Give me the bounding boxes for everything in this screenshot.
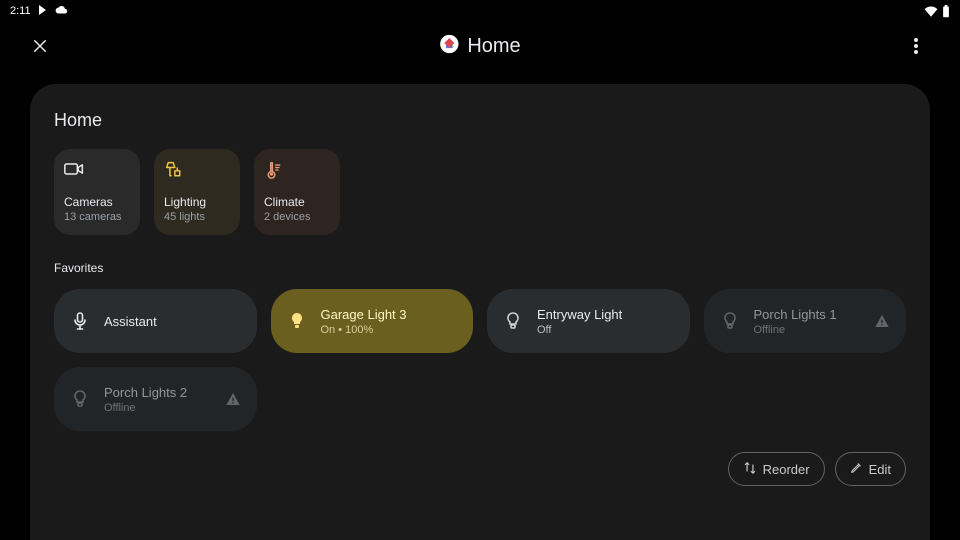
- favorite-assistant[interactable]: Assistant: [54, 289, 257, 353]
- favorite-title: Porch Lights 1: [754, 307, 837, 322]
- battery-icon: [942, 5, 950, 18]
- favorite-porch-lights-1[interactable]: Porch Lights 1 Offline: [704, 289, 907, 353]
- favorite-sub: Offline: [104, 402, 187, 414]
- controls-panel: Home Cameras 13 cameras Lighting 45 ligh…: [30, 84, 930, 540]
- app-title: Home: [439, 34, 520, 59]
- favorite-title: Assistant: [104, 314, 157, 329]
- app-title-text: Home: [467, 35, 520, 58]
- favorite-entryway-light[interactable]: Entryway Light Off: [487, 289, 690, 353]
- category-label: Cameras: [64, 195, 130, 209]
- wifi-icon: [924, 6, 938, 17]
- favorite-sub: Offline: [754, 324, 837, 336]
- android-status-bar: 2:11: [0, 0, 960, 22]
- reorder-icon: [743, 461, 757, 478]
- category-sub: 13 cameras: [64, 211, 130, 223]
- reorder-button[interactable]: Reorder: [728, 452, 825, 486]
- favorite-sub: On • 100%: [321, 324, 407, 336]
- favorite-sub: Off: [537, 324, 622, 336]
- reorder-label: Reorder: [763, 462, 810, 477]
- category-sub: 45 lights: [164, 211, 230, 223]
- panel-actions: Reorder Edit: [728, 452, 906, 486]
- close-button[interactable]: [28, 34, 52, 58]
- bulb-off-icon: [503, 312, 523, 330]
- app-header: Home: [0, 22, 960, 70]
- warning-icon: [225, 391, 241, 407]
- favorite-porch-lights-2[interactable]: Porch Lights 2 Offline: [54, 367, 257, 431]
- favorite-title: Garage Light 3: [321, 307, 407, 322]
- favorites-grid: Assistant Garage Light 3 On • 100% Entry…: [54, 289, 906, 431]
- cloud-icon: [55, 4, 69, 19]
- favorite-title: Porch Lights 2: [104, 385, 187, 400]
- play-store-icon: [37, 4, 49, 19]
- edit-button[interactable]: Edit: [835, 452, 906, 486]
- kebab-icon: [914, 38, 918, 54]
- thermostat-icon: [264, 161, 330, 183]
- close-icon: [31, 37, 49, 55]
- overflow-menu-button[interactable]: [904, 34, 928, 58]
- bulb-dim-icon: [720, 312, 740, 330]
- status-time: 2:11: [10, 5, 31, 17]
- category-cameras[interactable]: Cameras 13 cameras: [54, 149, 140, 235]
- bulb-on-icon: [287, 312, 307, 330]
- bulb-dim-icon: [70, 390, 90, 408]
- mic-icon: [70, 312, 90, 330]
- panel-title: Home: [54, 110, 906, 131]
- lamp-icon: [164, 161, 230, 183]
- category-lighting[interactable]: Lighting 45 lights: [154, 149, 240, 235]
- edit-label: Edit: [869, 462, 891, 477]
- category-label: Lighting: [164, 195, 230, 209]
- camera-icon: [64, 161, 130, 183]
- favorite-garage-light-3[interactable]: Garage Light 3 On • 100%: [271, 289, 474, 353]
- category-climate[interactable]: Climate 2 devices: [254, 149, 340, 235]
- pencil-icon: [850, 461, 863, 477]
- category-label: Climate: [264, 195, 330, 209]
- warning-icon: [874, 313, 890, 329]
- favorites-heading: Favorites: [54, 261, 906, 275]
- categories-row: Cameras 13 cameras Lighting 45 lights Cl…: [54, 149, 906, 235]
- category-sub: 2 devices: [264, 211, 330, 223]
- favorite-title: Entryway Light: [537, 307, 622, 322]
- home-logo-icon: [439, 34, 459, 59]
